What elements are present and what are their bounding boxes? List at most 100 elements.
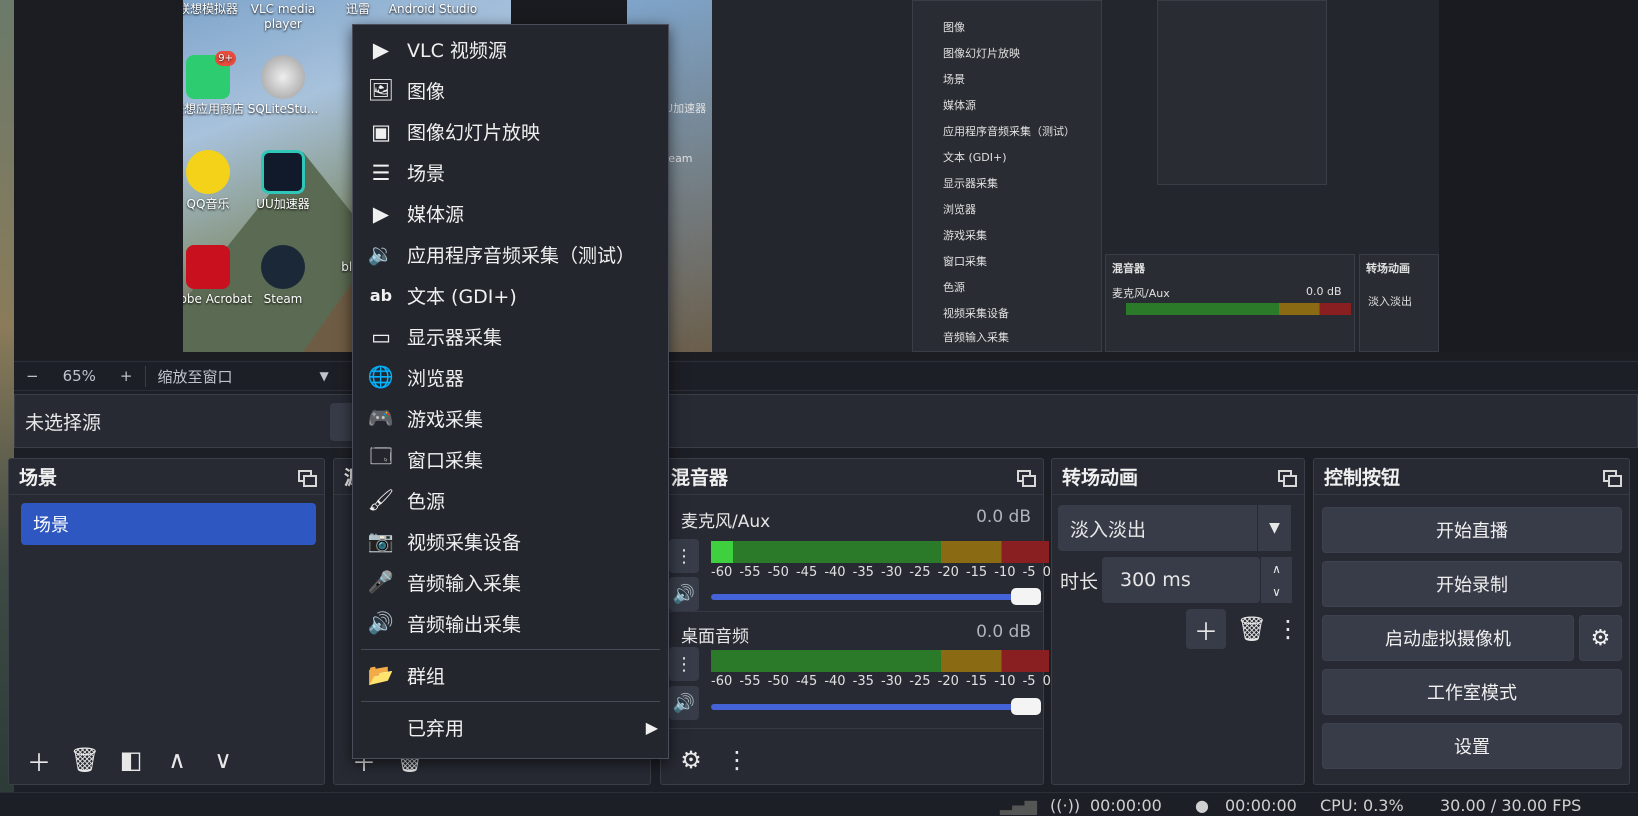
menu-separator [361, 701, 660, 702]
filters-icon[interactable]: ◧ [111, 740, 151, 780]
stream-indicator-icon: ((·)) [1050, 796, 1081, 815]
trash-icon[interactable]: 🗑 [65, 740, 105, 780]
menu-item-deprecated[interactable]: 已弃用 ▶ [353, 707, 668, 748]
gear-icon[interactable]: ⚙ [671, 740, 711, 780]
transition-select[interactable]: 淡入淡出 [1058, 505, 1290, 551]
globe-icon: 🌐 [367, 365, 395, 389]
cpu-usage: CPU: 0.3% [1320, 796, 1404, 815]
meter-scale: -60 -55 -50 -45 -40 -35 -30 -25 -20 -15 -10 -5 0 [711, 674, 1051, 689]
duration-stepper[interactable]: ∧ ∨ [1260, 557, 1292, 603]
menu-item-audio-input-capture[interactable]: 🎤 音频输入采集 [353, 562, 668, 603]
transitions-title: 转场动画 [1062, 467, 1139, 489]
add-transition-icon[interactable]: ＋ [1186, 609, 1226, 649]
record-time: 00:00:00 [1225, 796, 1297, 815]
zoom-in-button[interactable]: + [108, 367, 145, 385]
qq-music-icon [186, 150, 230, 194]
slideshow-icon: ▣ [371, 119, 391, 144]
preview-nested-capture: Steam UU加速器 图像 图像幻灯片放映 场景 媒体源 应用程序音频采集（测… [627, 0, 1439, 352]
more-icon[interactable]: ⋮ [1268, 609, 1308, 649]
mixer-track: 桌面音频 0.0 dB ⋮ -60 -55 -50 -45 -40 -35 -30 -25 -2… [661, 614, 1051, 729]
mixer-track-db: 0.0 dB [976, 507, 1031, 527]
gamepad-icon: 🎮 [367, 406, 395, 430]
mixer-track-name: 桌面音频 [681, 627, 749, 647]
menu-item-app-audio-capture[interactable]: 🔉 应用程序音频采集（测试） [353, 234, 668, 275]
menu-item-vlc-source[interactable]: ▶ VLC 视频源 [353, 29, 668, 70]
undock-icon[interactable] [1017, 469, 1036, 487]
undock-icon[interactable] [1278, 469, 1297, 487]
chevron-up-icon[interactable]: ∧ [1272, 562, 1281, 576]
speaker-icon[interactable]: 🔊 [669, 686, 699, 720]
menu-item-text-gdi[interactable]: ab 文本 (GDI+) [353, 275, 668, 316]
move-down-icon[interactable]: ∨ [203, 740, 243, 780]
speaker-icon: 🔊 [367, 611, 395, 635]
stream-time: 00:00:00 [1090, 796, 1162, 815]
volume-slider[interactable] [711, 588, 1041, 605]
more-icon[interactable]: ⋮ [717, 740, 757, 780]
undock-icon[interactable] [298, 469, 317, 487]
nested-context-menu: 图像 图像幻灯片放映 场景 媒体源 应用程序音频采集（测试） 文本 (GDI+)… [912, 0, 1102, 352]
start-streaming-button[interactable]: 开始直播 [1322, 507, 1622, 553]
folder-icon: 📂 [367, 663, 395, 687]
menu-item-scene[interactable]: ☰ 场景 [353, 152, 668, 193]
desktop-icon-sqlitestudio: SQLiteStu... [238, 55, 328, 117]
chevron-down-icon[interactable]: ∨ [1272, 585, 1281, 599]
brush-icon: 🖌 [367, 488, 395, 512]
zoom-fit-select[interactable]: 缩放至窗口 [144, 365, 320, 387]
virtual-camera-button[interactable]: 启动虚拟摄像机 [1322, 615, 1574, 661]
acrobat-icon [186, 245, 230, 289]
source-toolbar: 未选择源 [14, 394, 1638, 448]
add-source-context-menu: ▶ VLC 视频源 🖼 图像 ▣ 图像幻灯片放映 ☰ 场景 ▶ 媒体源 🔉 应用程序音频采集… [352, 24, 669, 759]
menu-item-media-source[interactable]: ▶ 媒体源 [353, 193, 668, 234]
menu-item-image-slideshow[interactable]: ▣ 图像幻灯片放映 [353, 111, 668, 152]
microphone-icon: 🎤 [367, 570, 395, 594]
menu-item-image[interactable]: 🖼 图像 [353, 70, 668, 111]
settings-button[interactable]: 设置 [1322, 723, 1622, 769]
mixer-track-name: 麦克风/Aux [681, 512, 771, 532]
lenovo-store-icon: 9+ [186, 51, 236, 99]
volume-knob[interactable] [1011, 588, 1041, 605]
desktop-icon-android-studio: Android Studio [388, 2, 478, 16]
zoom-out-button[interactable]: − [14, 367, 51, 385]
nested-transitions: 转场动画 淡入淡出 [1359, 254, 1439, 352]
studio-mode-button[interactable]: 工作室模式 [1322, 669, 1622, 715]
chevron-down-icon[interactable]: ▼ [1257, 505, 1291, 551]
menu-item-group[interactable]: 📂 群组 [353, 655, 668, 696]
fps-readout: 30.00 / 30.00 FPS [1440, 796, 1582, 815]
steam-icon [261, 245, 305, 289]
menu-item-display-capture[interactable]: ▭ 显示器采集 [353, 316, 668, 357]
volume-slider[interactable] [711, 698, 1041, 715]
mixer-title: 混音器 [671, 467, 729, 489]
volume-knob[interactable] [1011, 698, 1041, 715]
audio-meter [711, 541, 1049, 563]
zoom-level: 65% [62, 367, 96, 385]
mixer-track-db: 0.0 dB [976, 622, 1031, 642]
menu-item-audio-output-capture[interactable]: 🔊 音频输出采集 [353, 603, 668, 644]
mixer-track: 麦克风/Aux 0.0 dB ⋮ -60 -55 -50 -45 -40 -35 -30 -2… [661, 497, 1051, 612]
scene-list-item[interactable]: 场景 [21, 503, 316, 545]
zoom-dropdown-icon[interactable]: ▼ [320, 369, 329, 383]
nested-mini-menu [1157, 0, 1327, 185]
move-up-icon[interactable]: ∧ [157, 740, 197, 780]
gear-icon[interactable]: ⚙ [1579, 615, 1622, 661]
controls-title: 控制按钮 [1324, 467, 1401, 489]
menu-item-game-capture[interactable]: 🎮 游戏采集 [353, 398, 668, 439]
monitor-icon: ▭ [371, 324, 391, 349]
scenes-dock: 场景 场景 ＋ 🗑 ◧ ∧ ∨ [8, 458, 325, 785]
speaker-icon[interactable]: 🔊 [669, 577, 699, 611]
trash-icon[interactable]: 🗑 [1232, 609, 1272, 649]
track-menu-icon[interactable]: ⋮ [669, 539, 699, 573]
menu-item-window-capture[interactable]: 🗔 窗口采集 [353, 439, 668, 480]
window-icon: 🗔 [369, 444, 393, 468]
undock-icon[interactable] [1603, 469, 1622, 487]
menu-item-color-source[interactable]: 🖌 色源 [353, 480, 668, 521]
duration-input[interactable]: 300 ms [1102, 557, 1260, 603]
menu-item-browser[interactable]: 🌐 浏览器 [353, 357, 668, 398]
start-recording-button[interactable]: 开始录制 [1322, 561, 1622, 607]
add-scene-icon[interactable]: ＋ [19, 740, 59, 780]
status-bar: ▂▄▆ ((·)) 00:00:00 ● 00:00:00 CPU: 0.3% … [0, 792, 1638, 816]
duration-label: 时长 [1060, 571, 1099, 593]
database-icon [261, 55, 305, 99]
preview-area: 联想模拟器 VLC media player 迅雷 Android Studio… [0, 0, 1638, 360]
track-menu-icon[interactable]: ⋮ [669, 647, 699, 681]
menu-item-video-capture-device[interactable]: 📷 视频采集设备 [353, 521, 668, 562]
